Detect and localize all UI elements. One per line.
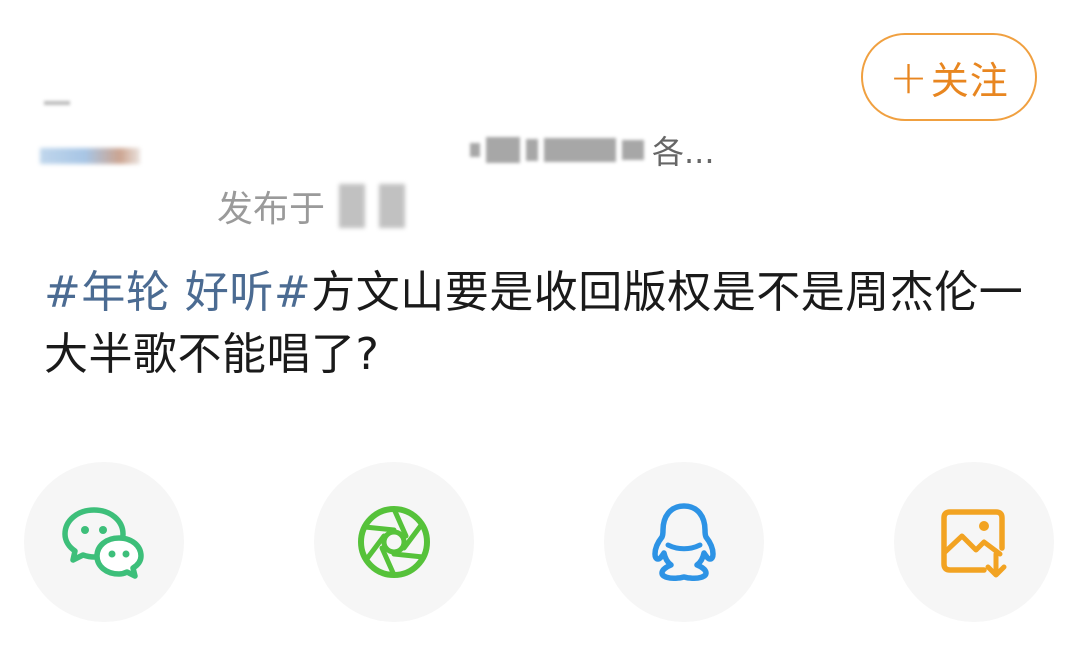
wechat-icon [61, 504, 147, 580]
follow-button[interactable]: + 关注 [861, 33, 1037, 121]
hashtag-link[interactable]: #年轮 好听# [44, 267, 311, 318]
share-wechat-button[interactable] [24, 462, 184, 622]
publish-label: 发布于 [217, 189, 326, 230]
moments-icon [354, 502, 434, 582]
avatar[interactable] [40, 148, 140, 164]
qq-icon [648, 500, 720, 584]
post-text: #年轮 好听#方文山要是收回版权是不是周杰伦一大半歌不能唱了? [44, 262, 1044, 386]
share-qq-button[interactable] [604, 462, 764, 622]
post-meta: 发布于 [217, 180, 406, 232]
redacted-location [379, 184, 406, 228]
save-image-button[interactable] [894, 462, 1054, 622]
plus-icon: + [889, 50, 929, 104]
follow-label: 关注 [930, 58, 1009, 103]
share-sheet-card: 各... + 关注 发布于 #年轮 好听#方文山要是收回版权是不是周杰伦一大半歌… [0, 0, 1080, 665]
share-options [0, 462, 1080, 622]
username[interactable]: 各... [470, 125, 715, 175]
redacted-line [44, 101, 70, 105]
username-suffix: 各... [652, 133, 715, 171]
redacted-date [339, 184, 366, 228]
save-image-icon [938, 504, 1010, 580]
share-moments-button[interactable] [314, 462, 474, 622]
